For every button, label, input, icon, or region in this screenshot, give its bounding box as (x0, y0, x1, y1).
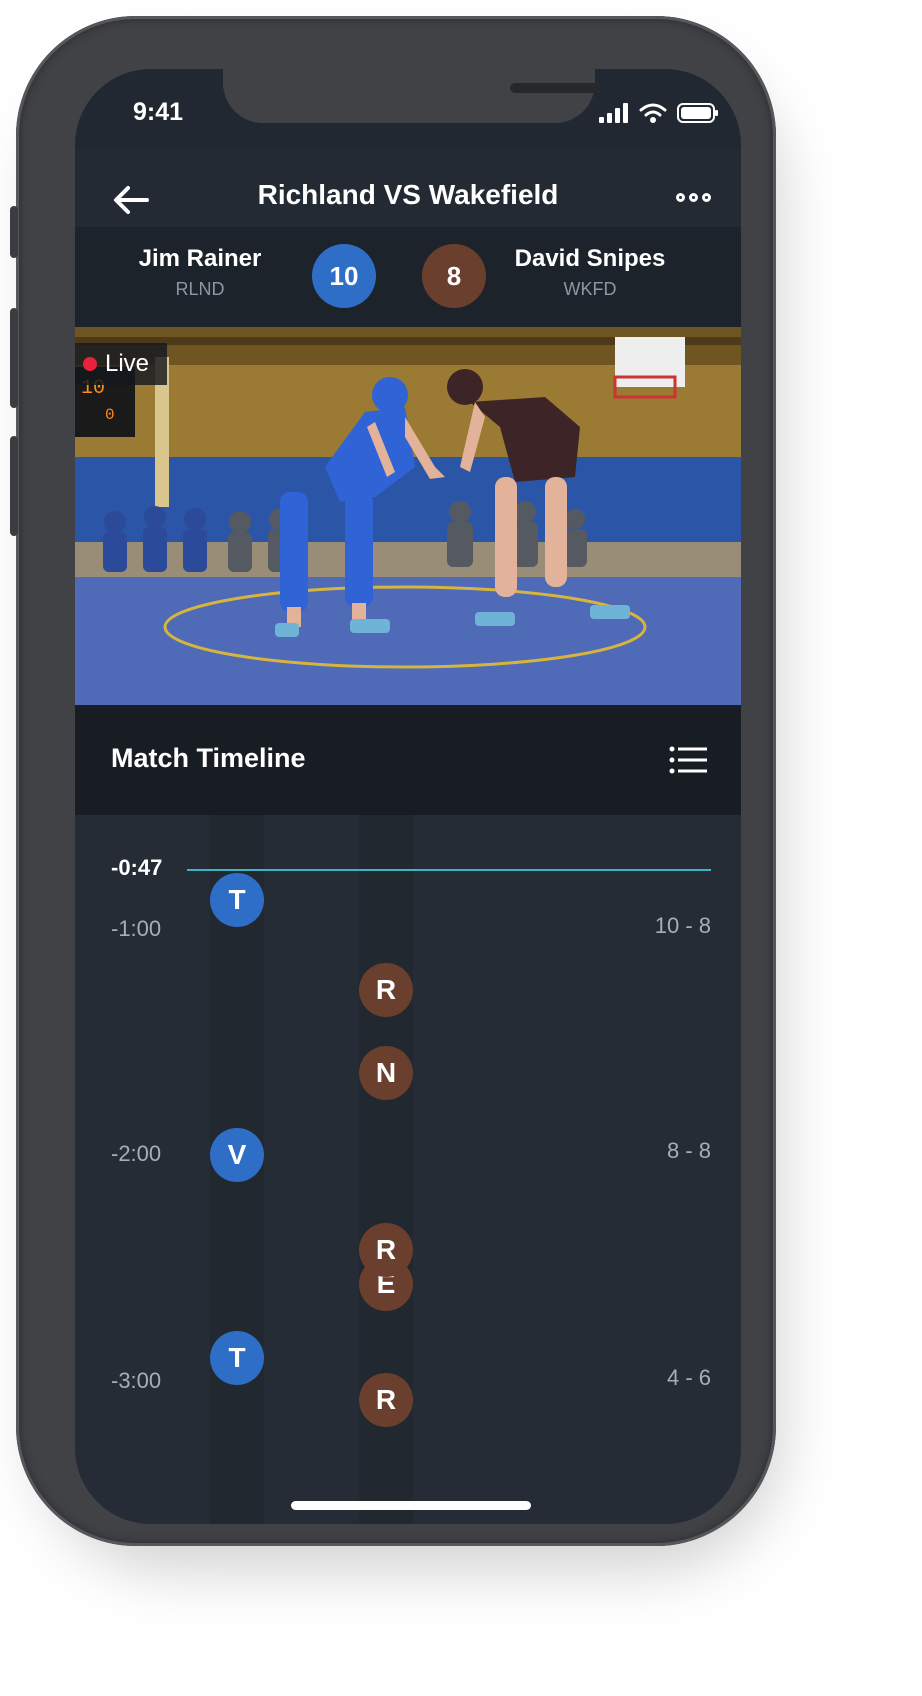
wifi-icon (639, 103, 667, 123)
time-label: -3:00 (111, 1368, 162, 1393)
score-label: 4 - 6 (666, 1365, 711, 1390)
current-time-label: -0:47 (111, 855, 163, 880)
volume-down-button (10, 436, 18, 536)
live-label: Live (105, 350, 150, 377)
timeline-event-marker[interactable]: R (359, 1223, 413, 1277)
more-options-icon (702, 193, 711, 202)
score-bar: Jim Rainer RLND 10 8 David Snipes WKFD (75, 227, 741, 327)
more-options-icon (689, 193, 698, 202)
speaker (510, 83, 604, 93)
phone-frame: Richland VS Wakefield 9:41 Jim Rainer RL… (10, 16, 776, 1546)
live-badge: Live (75, 343, 168, 385)
mute-switch (10, 206, 18, 258)
away-score: 8 (422, 244, 486, 308)
battery-icon (677, 103, 718, 123)
timeline-event-marker[interactable]: T (210, 1331, 264, 1385)
notch (223, 69, 604, 123)
timeline-event-marker[interactable]: R (359, 963, 413, 1017)
status-icons (599, 103, 719, 123)
timeline-event-marker[interactable]: V (210, 1128, 264, 1182)
svg-text:0: 0 (105, 406, 115, 424)
score-label: 10 - 8 (654, 913, 711, 938)
screen: Richland VS Wakefield 9:41 Jim Rainer RL… (75, 69, 741, 1524)
status-time: 9:41 (133, 98, 184, 126)
home-indicator[interactable] (291, 1501, 531, 1510)
timeline-event-marker[interactable]: T (210, 873, 264, 927)
time-label: -2:00 (111, 1141, 162, 1166)
list-icon (669, 746, 707, 774)
more-options-button[interactable] (676, 193, 711, 202)
signal-icon (599, 103, 628, 123)
current-time-line (187, 869, 711, 871)
list-view-button[interactable] (669, 745, 707, 775)
live-video-player[interactable]: 10 0 Live (75, 327, 741, 705)
page-title: Richland VS Wakefield (257, 179, 559, 210)
volume-up-button (10, 308, 18, 408)
time-label: -1:00 (111, 916, 162, 941)
more-options-icon (676, 193, 685, 202)
timeline-header: Match Timeline (75, 705, 741, 815)
live-dot-icon (83, 357, 97, 371)
timeline-title: Match Timeline (111, 743, 306, 773)
timeline-event-marker[interactable]: R (359, 1373, 413, 1427)
away-wrestler-name: David Snipes (514, 245, 666, 272)
home-wrestler-name: Jim Rainer (138, 245, 262, 272)
away-team-code: WKFD (563, 279, 617, 299)
timeline-event-marker[interactable]: N (359, 1046, 413, 1100)
timeline-body[interactable]: -0:47 -1:00 -2:00 -3:00 10 - 8 8 - 8 4 -… (75, 815, 741, 1524)
wrestling-video-frame: 10 0 (75, 327, 741, 705)
home-score: 10 (312, 244, 376, 308)
score-label: 8 - 8 (666, 1138, 711, 1163)
home-team-code: RLND (175, 279, 225, 299)
